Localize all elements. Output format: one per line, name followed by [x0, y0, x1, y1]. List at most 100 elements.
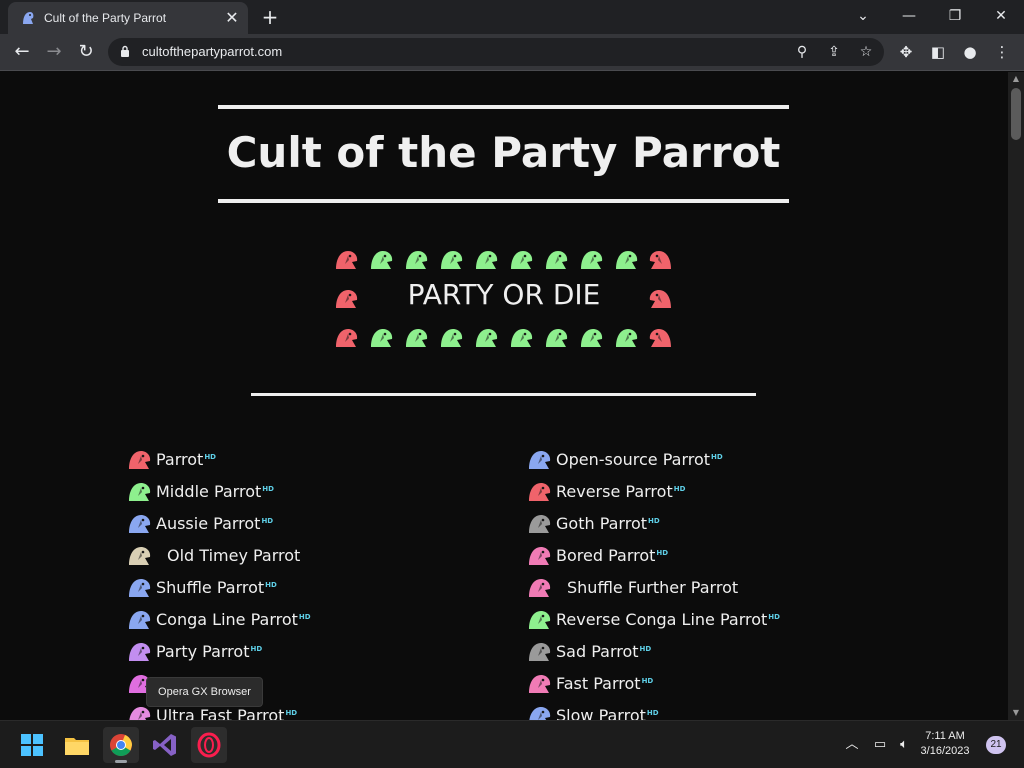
green-parrot-icon: [369, 326, 395, 348]
browser-tab[interactable]: Cult of the Party Parrot ✕: [8, 2, 248, 34]
parrot-list-item[interactable]: Fast ParrotHD: [527, 670, 847, 700]
opera-gx-button[interactable]: [191, 727, 227, 763]
parrot-list-item[interactable]: Conga Line ParrotHD: [127, 606, 447, 636]
hd-badge[interactable]: HD: [204, 453, 216, 461]
parrot-list-item[interactable]: Open-source ParrotHD: [527, 446, 847, 476]
clock-date: 3/16/2023: [920, 745, 970, 757]
restore-button[interactable]: ❐: [932, 0, 978, 32]
notification-badge[interactable]: 21: [986, 736, 1006, 754]
parrot-list-item[interactable]: Slow ParrotHD: [527, 702, 847, 720]
share-icon[interactable]: ⇪: [824, 42, 844, 62]
parrot-list-item[interactable]: Shuffle Further Parrot: [527, 574, 847, 604]
parrot-name-label[interactable]: Sad ParrotHD: [556, 642, 651, 661]
parrot-name-label[interactable]: ParrotHD: [156, 450, 216, 469]
hd-badge[interactable]: HD: [299, 613, 311, 621]
windows-start-button[interactable]: [14, 727, 50, 763]
green-parrot-icon: [439, 248, 465, 270]
reload-button[interactable]: ↻: [72, 38, 100, 66]
parrot-name-label[interactable]: Reverse ParrotHD: [556, 482, 685, 501]
scroll-thumb[interactable]: [1011, 88, 1021, 140]
hd-badge[interactable]: HD: [261, 517, 273, 525]
forward-button[interactable]: →: [40, 38, 68, 66]
scroll-up-arrow-icon[interactable]: ▲: [1008, 72, 1024, 86]
parrot-name-label[interactable]: Shuffle Further Parrot: [567, 578, 738, 597]
extensions-icon[interactable]: ✥: [894, 40, 918, 64]
parrot-name-label[interactable]: Reverse Conga Line ParrotHD: [556, 610, 780, 629]
title-bottom-rule: [218, 199, 789, 203]
bookmark-star-icon[interactable]: ☆: [856, 42, 876, 62]
parrot-list-item[interactable]: Aussie ParrotHD: [127, 510, 447, 540]
hd-badge[interactable]: HD: [285, 709, 297, 717]
sepia-parrot-icon: [127, 544, 153, 566]
url-text[interactable]: cultofthepartyparrot.com: [142, 44, 282, 59]
file-explorer-button[interactable]: [59, 727, 95, 763]
visual-studio-button[interactable]: [147, 727, 183, 763]
hd-badge[interactable]: HD: [640, 645, 652, 653]
menu-icon[interactable]: ⋮: [990, 40, 1014, 64]
hd-badge[interactable]: HD: [656, 549, 668, 557]
hd-badge[interactable]: HD: [262, 485, 274, 493]
parrot-name-label[interactable]: Slow ParrotHD: [556, 706, 659, 720]
parrot-name-label[interactable]: Open-source ParrotHD: [556, 450, 723, 469]
parrot-name-label[interactable]: Party ParrotHD: [156, 642, 262, 661]
parrot-name-label[interactable]: Ultra Fast ParrotHD: [156, 706, 297, 720]
parrot-name-text: Goth Parrot: [556, 514, 648, 533]
parrot-name-text: Middle Parrot: [156, 482, 262, 501]
search-icon[interactable]: ⚲: [792, 42, 812, 62]
network-icon[interactable]: ▭: [870, 735, 890, 755]
parrot-list-item[interactable]: Reverse ParrotHD: [527, 478, 847, 508]
profile-icon[interactable]: ●: [958, 40, 982, 64]
hd-badge[interactable]: HD: [642, 677, 654, 685]
conga-parrot-icon: [127, 608, 153, 630]
parrot-name-label[interactable]: Fast ParrotHD: [556, 674, 653, 693]
close-tab-icon[interactable]: ✕: [222, 8, 242, 28]
hd-badge[interactable]: HD: [250, 645, 262, 653]
parrot-list-item[interactable]: Reverse Conga Line ParrotHD: [527, 606, 847, 636]
parrot-name-label[interactable]: Old Timey Parrot: [167, 546, 300, 565]
parrot-list-item[interactable]: Goth ParrotHD: [527, 510, 847, 540]
reverse-parrot-icon: [527, 480, 553, 502]
parrot-list-item[interactable]: Old Timey Parrot: [127, 542, 447, 572]
parrot-list-item[interactable]: ParrotHD: [127, 446, 447, 476]
address-bar[interactable]: cultofthepartyparrot.com ⚲ ⇪ ☆: [108, 38, 884, 66]
close-window-button[interactable]: ✕: [978, 0, 1024, 32]
hd-badge[interactable]: HD: [674, 485, 686, 493]
parrot-list-item[interactable]: Party ParrotHD: [127, 638, 447, 668]
parrot-name-label[interactable]: Middle ParrotHD: [156, 482, 274, 501]
parrot-name-label[interactable]: Shuffle ParrotHD: [156, 578, 277, 597]
parrot-list-item[interactable]: Middle ParrotHD: [127, 478, 447, 508]
tab-strip: Cult of the Party Parrot ✕ + ⌄ — ❐ ✕: [0, 0, 1024, 34]
page-scrollbar[interactable]: ▲ ▼: [1008, 72, 1024, 720]
parrot-name-text: Parrot: [156, 450, 204, 469]
parrot-list-item[interactable]: Bored ParrotHD: [527, 542, 847, 572]
hd-badge[interactable]: HD: [647, 709, 659, 717]
hd-badge[interactable]: HD: [648, 517, 660, 525]
chrome-taskbar-button[interactable]: [103, 727, 139, 763]
parrot-name-text: Fast Parrot: [556, 674, 641, 693]
hd-badge[interactable]: HD: [711, 453, 723, 461]
side-panel-icon[interactable]: ◧: [926, 40, 950, 64]
hd-badge[interactable]: HD: [265, 581, 277, 589]
browser-toolbar: ← → ↻ cultofthepartyparrot.com ⚲ ⇪ ☆ ✥ ◧…: [0, 34, 1024, 71]
chrome-icon: [110, 734, 132, 756]
party-or-die-text: PARTY OR DIE: [407, 278, 601, 311]
parrot-name-label[interactable]: Goth ParrotHD: [556, 514, 660, 533]
parrot-name-label[interactable]: Aussie ParrotHD: [156, 514, 273, 533]
tab-search-icon[interactable]: ⌄: [840, 0, 886, 32]
show-hidden-icons-icon[interactable]: ︿: [842, 735, 862, 755]
parrot-name-text: Aussie Parrot: [156, 514, 261, 533]
green-parrot-icon: [369, 248, 395, 270]
parrot-name-label[interactable]: Bored ParrotHD: [556, 546, 668, 565]
parrot-list-item[interactable]: Shuffle ParrotHD: [127, 574, 447, 604]
tab-title: Cult of the Party Parrot: [44, 11, 167, 25]
new-tab-button[interactable]: +: [258, 6, 282, 30]
parrot-list-item[interactable]: Sad ParrotHD: [527, 638, 847, 668]
scroll-down-arrow-icon[interactable]: ▼: [1008, 706, 1024, 720]
parrot-name-label[interactable]: Conga Line ParrotHD: [156, 610, 311, 629]
hd-badge[interactable]: HD: [768, 613, 780, 621]
back-button[interactable]: ←: [8, 38, 36, 66]
system-clock[interactable]: 7:11 AM 3/16/2023: [910, 729, 980, 759]
minimize-button[interactable]: —: [886, 0, 932, 32]
bored-parrot-icon: [527, 544, 553, 566]
sad-parrot-icon: [527, 640, 553, 662]
